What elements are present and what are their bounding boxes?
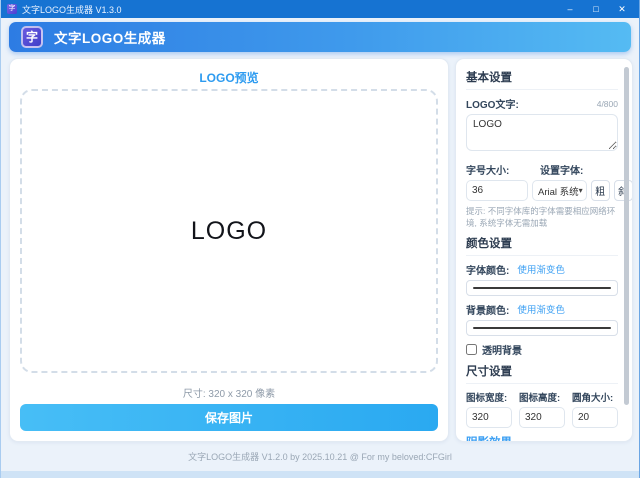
font-size-input[interactable] bbox=[466, 180, 528, 201]
close-button[interactable]: ✕ bbox=[611, 2, 633, 16]
bold-button[interactable]: 粗 bbox=[591, 180, 610, 201]
logo-preview-canvas: LOGO bbox=[20, 89, 438, 373]
transparent-bg-checkbox[interactable] bbox=[466, 344, 477, 355]
icon-width-label: 图标宽度: bbox=[466, 390, 512, 404]
corner-radius-input[interactable] bbox=[572, 407, 618, 428]
bg-color-label: 背景颜色: bbox=[466, 302, 509, 317]
shadow-settings-heading: 阴影效果 bbox=[466, 434, 618, 442]
window-controls: – □ ✕ bbox=[559, 2, 633, 16]
preview-panel: LOGO预览 LOGO 尺寸: 320 x 320 像素 保存图片 bbox=[9, 58, 449, 442]
transparent-bg-label: 透明背景 bbox=[482, 342, 522, 357]
corner-radius-label: 圆角大小: bbox=[572, 390, 618, 404]
font-gradient-link[interactable]: 使用渐变色 bbox=[517, 262, 565, 276]
font-family-value: Arial 系统 bbox=[538, 184, 579, 198]
basic-settings-heading: 基本设置 bbox=[466, 69, 618, 90]
logo-preview-text: LOGO bbox=[191, 217, 267, 246]
chevron-down-icon: ▾ bbox=[579, 186, 583, 195]
app-icon: 字 bbox=[7, 4, 17, 14]
font-family-label: 设置字体: bbox=[540, 162, 583, 177]
font-hint-text: 提示: 不同字体库的字体需要相应网络环境, 系统字体无需加载 bbox=[466, 205, 618, 230]
logo-text-label: LOGO文字: bbox=[466, 96, 519, 111]
size-info-text: 尺寸: 320 x 320 像素 bbox=[10, 385, 448, 400]
bg-color-picker[interactable] bbox=[466, 320, 618, 336]
icon-width-input[interactable] bbox=[466, 407, 512, 428]
font-color-label: 字体颜色: bbox=[466, 262, 509, 277]
bg-color-swatch bbox=[473, 327, 611, 329]
icon-height-input[interactable] bbox=[519, 407, 565, 428]
window-bottom-edge bbox=[1, 471, 639, 478]
header-banner: 字 文字LOGO生成器 bbox=[9, 22, 631, 52]
preview-title: LOGO预览 bbox=[10, 69, 448, 86]
app-title: 文字LOGO生成器 bbox=[54, 27, 166, 47]
maximize-button[interactable]: □ bbox=[585, 2, 607, 16]
font-family-select[interactable]: Arial 系统 ▾ bbox=[532, 180, 587, 201]
app-logo-icon: 字 bbox=[21, 26, 43, 48]
window-titlebar: 字 文字LOGO生成器 V1.3.0 – □ ✕ bbox=[1, 0, 639, 18]
save-image-button[interactable]: 保存图片 bbox=[20, 404, 438, 431]
window-title: 文字LOGO生成器 V1.3.0 bbox=[22, 3, 559, 16]
char-count: 4/800 bbox=[597, 99, 618, 109]
footer-text: 文字LOGO生成器 V1.2.0 by 2025.10.21 @ For my … bbox=[1, 450, 639, 463]
font-size-label: 字号大小: bbox=[466, 162, 532, 177]
icon-height-label: 图标高度: bbox=[519, 390, 565, 404]
font-color-swatch bbox=[473, 287, 611, 289]
settings-panel: 基本设置 LOGO文字: 4/800 LOGO 字号大小: 设置字体: Aria… bbox=[455, 58, 633, 442]
color-settings-heading: 颜色设置 bbox=[466, 235, 618, 256]
settings-scrollbar[interactable] bbox=[624, 67, 629, 405]
size-settings-heading: 尺寸设置 bbox=[466, 363, 618, 384]
font-color-picker[interactable] bbox=[466, 280, 618, 296]
bg-gradient-link[interactable]: 使用渐变色 bbox=[517, 302, 565, 316]
logo-text-input[interactable]: LOGO bbox=[466, 114, 618, 151]
minimize-button[interactable]: – bbox=[559, 2, 581, 16]
